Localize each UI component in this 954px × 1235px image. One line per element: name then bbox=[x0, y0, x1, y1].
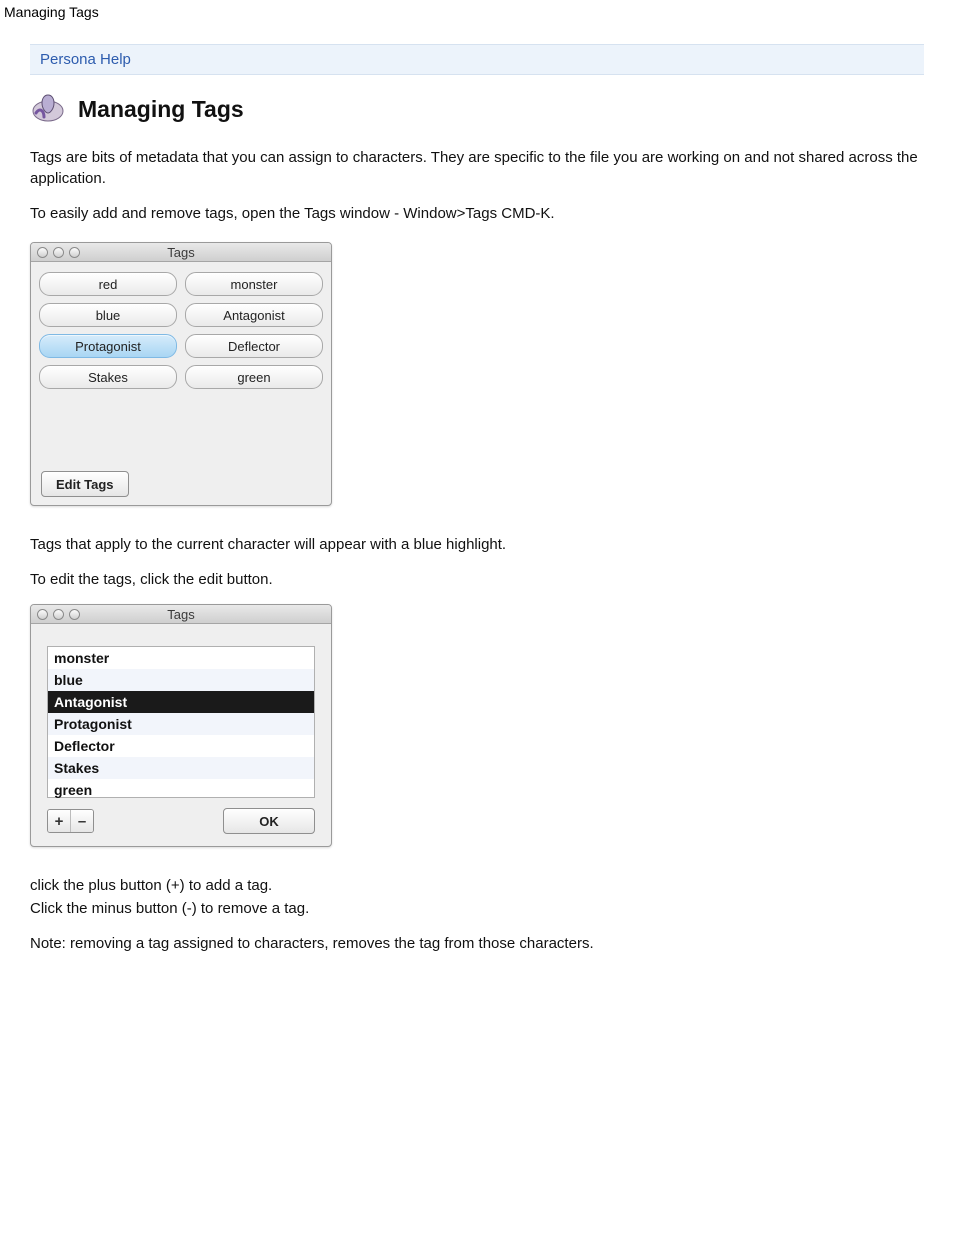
plus-note: click the plus button (+) to add a tag. bbox=[30, 875, 924, 896]
tags-window-titlebar: Tags bbox=[31, 243, 331, 262]
tag-pill-red[interactable]: red bbox=[39, 272, 177, 296]
tags-window-title: Tags bbox=[31, 245, 331, 260]
list-item[interactable]: Antagonist bbox=[48, 691, 314, 713]
breadcrumb-bar: Persona Help bbox=[30, 44, 924, 75]
page-header-label: Managing Tags bbox=[0, 0, 954, 22]
remove-tag-button[interactable]: – bbox=[70, 810, 93, 832]
title-row: Managing Tags bbox=[30, 89, 924, 129]
edit-window-footer: + – OK bbox=[47, 798, 315, 834]
tag-grid: red monster blue Antagonist Protagonist … bbox=[39, 272, 323, 389]
list-item[interactable]: blue bbox=[48, 669, 314, 691]
tag-pill-deflector[interactable]: Deflector bbox=[185, 334, 323, 358]
add-tag-button[interactable]: + bbox=[48, 810, 70, 832]
tag-pill-protagonist[interactable]: Protagonist bbox=[39, 334, 177, 358]
list-item[interactable]: Protagonist bbox=[48, 713, 314, 735]
tags-window-body: red monster blue Antagonist Protagonist … bbox=[31, 262, 331, 505]
remove-warning: Note: removing a tag assigned to charact… bbox=[30, 933, 924, 954]
edit-instruction: To edit the tags, click the edit button. bbox=[30, 569, 924, 590]
list-item[interactable]: Stakes bbox=[48, 757, 314, 779]
list-item[interactable]: green bbox=[48, 779, 314, 797]
tag-pill-stakes[interactable]: Stakes bbox=[39, 365, 177, 389]
page-title: Managing Tags bbox=[78, 96, 244, 123]
edit-tags-button[interactable]: Edit Tags bbox=[41, 471, 129, 497]
tag-pill-antagonist[interactable]: Antagonist bbox=[185, 303, 323, 327]
edit-window-title: Tags bbox=[31, 607, 331, 622]
breadcrumb-link-persona-help[interactable]: Persona Help bbox=[40, 51, 131, 68]
minus-note: Click the minus button (-) to remove a t… bbox=[30, 898, 924, 919]
tag-pill-blue[interactable]: blue bbox=[39, 303, 177, 327]
document-content: Persona Help Managing Tags Tags are bits… bbox=[0, 22, 954, 998]
persona-app-icon bbox=[30, 89, 66, 129]
tags-list: monster blue Antagonist Protagonist Defl… bbox=[47, 646, 315, 798]
list-item[interactable]: Deflector bbox=[48, 735, 314, 757]
tags-window: Tags red monster blue Antagonist Protago… bbox=[30, 242, 332, 506]
intro-paragraph-2: To easily add and remove tags, open the … bbox=[30, 203, 924, 224]
tag-pill-green[interactable]: green bbox=[185, 365, 323, 389]
plus-minus-group: + – bbox=[47, 809, 94, 833]
list-item[interactable]: monster bbox=[48, 647, 314, 669]
edit-tags-window: Tags monster blue Antagonist Protagonist… bbox=[30, 604, 332, 847]
highlight-note: Tags that apply to the current character… bbox=[30, 534, 924, 555]
intro-paragraph-1: Tags are bits of metadata that you can a… bbox=[30, 147, 924, 189]
tags-window-bottom-bar: Edit Tags bbox=[39, 467, 323, 497]
edit-window-titlebar: Tags bbox=[31, 605, 331, 624]
edit-window-body: monster blue Antagonist Protagonist Defl… bbox=[31, 624, 331, 846]
tag-pill-monster[interactable]: monster bbox=[185, 272, 323, 296]
ok-button[interactable]: OK bbox=[223, 808, 315, 834]
